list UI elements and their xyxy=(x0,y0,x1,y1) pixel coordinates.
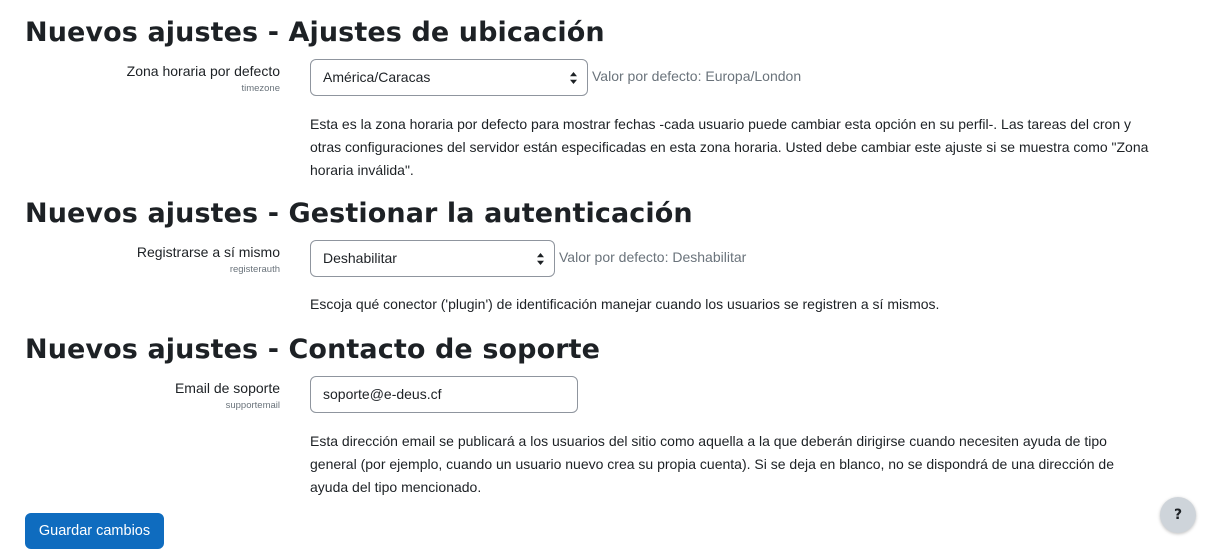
chevron-up-down-icon xyxy=(537,253,544,265)
timezone-select[interactable]: América/Caracas xyxy=(310,59,588,96)
setting-internal-name: timezone xyxy=(241,83,280,94)
setting-description: Esta es la zona horaria por defecto para… xyxy=(310,116,1149,178)
section-heading-location: Nuevos ajustes - Ajustes de ubicación xyxy=(25,17,605,48)
setting-internal-name: supportemail xyxy=(225,400,280,411)
setting-label-supportemail: Email de soporte supportemail xyxy=(175,379,280,413)
section-heading-support-contact: Nuevos ajustes - Contacto de soporte xyxy=(25,334,601,365)
setting-label-timezone: Zona horaria por defecto timezone xyxy=(127,62,280,96)
help-button[interactable]: ? xyxy=(1160,497,1196,533)
timezone-select-value: América/Caracas xyxy=(323,69,431,85)
default-value-note: Valor por defecto: Europa/London xyxy=(592,68,802,84)
question-mark-icon: ? xyxy=(1173,507,1183,523)
section-heading-authentication: Nuevos ajustes - Gestionar la autenticac… xyxy=(25,198,693,229)
setting-label-registerauth: Registrarse a sí mismo registerauth xyxy=(137,243,280,277)
save-changes-button[interactable]: Guardar cambios xyxy=(25,513,164,549)
setting-internal-name: registerauth xyxy=(229,264,280,275)
setting-title: Email de soporte xyxy=(174,380,280,396)
admin-new-settings-page: Nuevos ajustes - Ajustes de ubicación Zo… xyxy=(0,0,1205,560)
chevron-up-down-icon xyxy=(570,72,577,84)
setting-description: Escoja qué conector ('plugin') de identi… xyxy=(310,296,940,312)
setting-title: Registrarse a sí mismo xyxy=(136,244,280,260)
support-email-input[interactable]: soporte@e-deus.cf xyxy=(310,376,578,413)
setting-description: Esta dirección email se publicará a los … xyxy=(310,433,1114,495)
registerauth-select-value: Deshabilitar xyxy=(323,250,397,266)
setting-title: Zona horaria por defecto xyxy=(126,63,280,79)
support-email-value: soporte@e-deus.cf xyxy=(323,386,442,402)
registerauth-select[interactable]: Deshabilitar xyxy=(310,240,555,277)
default-value-note: Valor por defecto: Deshabilitar xyxy=(559,249,747,265)
